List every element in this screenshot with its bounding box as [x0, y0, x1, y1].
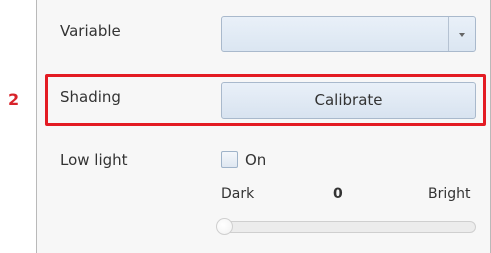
low-light-label: Low light: [60, 151, 128, 169]
chevron-down-icon: [459, 33, 465, 37]
screenshot: Variable 2 Shading Calibrate Low light O…: [0, 0, 491, 253]
calibrate-button[interactable]: Calibrate: [221, 82, 476, 119]
low-light-checkbox[interactable]: [221, 151, 238, 168]
variable-dropdown[interactable]: [221, 16, 476, 52]
step-number: 2: [8, 90, 20, 109]
low-light-slider-track[interactable]: [221, 221, 476, 233]
shading-label: Shading: [60, 88, 121, 106]
slider-value: 0: [333, 186, 343, 202]
variable-label: Variable: [60, 22, 121, 40]
slider-max-label: Bright: [428, 186, 471, 202]
slider-min-label: Dark: [221, 186, 255, 202]
low-light-checkbox-label[interactable]: On: [245, 151, 266, 169]
low-light-slider-thumb[interactable]: [216, 218, 233, 235]
dropdown-toggle[interactable]: [448, 17, 475, 51]
